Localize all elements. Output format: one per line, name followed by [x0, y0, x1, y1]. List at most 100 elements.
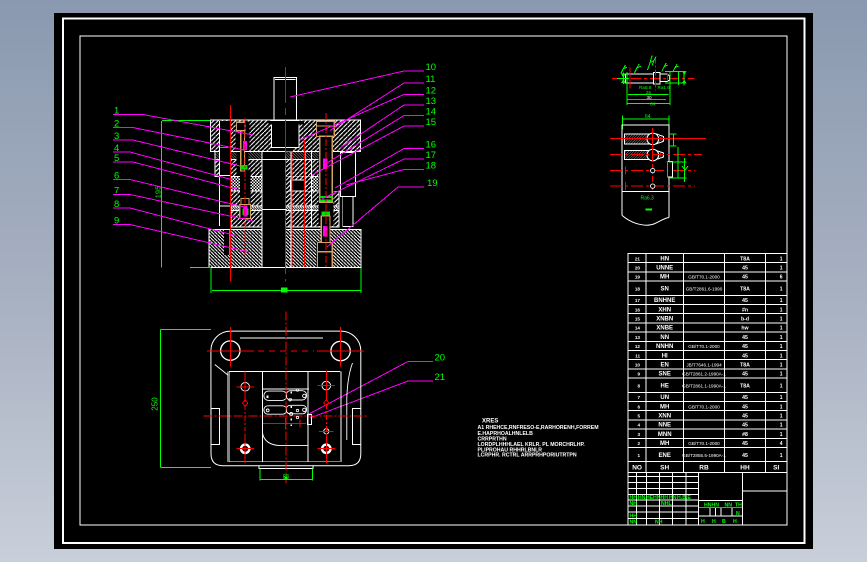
- svg-text:8: 8: [637, 383, 640, 388]
- svg-text:H: H: [701, 519, 705, 525]
- svg-text:#8: #8: [742, 432, 748, 438]
- svg-text:6: 6: [114, 171, 119, 182]
- svg-text:MH: MH: [660, 441, 669, 447]
- svg-text:T8A: T8A: [740, 363, 750, 369]
- svg-text:30: 30: [647, 95, 653, 100]
- svg-text:9: 9: [114, 216, 119, 227]
- svg-text:1: 1: [780, 286, 783, 292]
- svg-text:10: 10: [635, 363, 641, 368]
- svg-text:13: 13: [426, 96, 437, 107]
- svg-text:45: 45: [742, 266, 748, 272]
- svg-text:1: 1: [780, 266, 783, 272]
- svg-text:20: 20: [635, 266, 641, 271]
- svg-text:1: 1: [780, 404, 783, 410]
- svg-text:5: 5: [637, 414, 640, 419]
- svg-text:9: 9: [637, 372, 640, 377]
- svg-text:21: 21: [635, 256, 641, 261]
- svg-text:UNNE: UNNE: [656, 266, 673, 272]
- svg-text:7: 7: [637, 395, 640, 400]
- svg-text:195: 195: [154, 186, 163, 199]
- svg-text:ENE: ENE: [659, 453, 671, 459]
- svg-text:4: 4: [780, 441, 783, 447]
- svg-text:GB/T2861.6-1990: GB/T2861.6-1990: [686, 286, 723, 291]
- svg-text:NH: NH: [630, 501, 638, 507]
- svg-text:5: 5: [114, 153, 119, 164]
- svg-text:XNN: XNN: [658, 414, 671, 420]
- svg-text:1: 1: [780, 307, 783, 313]
- svg-text:GB/T70.1-2000: GB/T70.1-2000: [688, 404, 720, 409]
- svg-text:1: 1: [780, 432, 783, 438]
- svg-text:8: 8: [114, 199, 119, 210]
- svg-text:SN: SN: [661, 286, 669, 292]
- svg-text:16: 16: [635, 307, 641, 312]
- svg-text:TH: TH: [735, 503, 742, 509]
- svg-text:45: 45: [742, 404, 748, 410]
- svg-text:45: 45: [742, 335, 748, 341]
- svg-text:14: 14: [635, 326, 641, 331]
- svg-text:B: B: [722, 519, 726, 525]
- svg-text:HN: HN: [638, 495, 646, 501]
- svg-text:GB/T70.1-2000: GB/T70.1-2000: [688, 344, 720, 349]
- svg-text:2: 2: [637, 441, 640, 446]
- svg-text:64: 64: [650, 102, 656, 108]
- svg-text:Ra1.6: Ra1.6: [658, 85, 671, 90]
- svg-text:3: 3: [637, 432, 640, 437]
- svg-text:NN: NN: [630, 520, 638, 526]
- svg-text:NHL: NHL: [661, 501, 672, 507]
- svg-text:1: 1: [780, 335, 783, 341]
- svg-text:1: 1: [780, 453, 783, 459]
- svg-text:16: 16: [426, 140, 437, 151]
- svg-text:1: 1: [780, 298, 783, 304]
- svg-text:1: 1: [780, 256, 783, 262]
- svg-text:45: 45: [742, 372, 748, 378]
- svg-text:MH: MH: [660, 404, 669, 410]
- svg-text:4: 4: [637, 423, 640, 428]
- svg-text:LCRPHR. RCTRL ARRPRHPORIUTRTPN: LCRPHR. RCTRL ARRPRHPORIUTRTPN: [478, 453, 577, 459]
- svg-text:3: 3: [114, 131, 119, 142]
- svg-text:19: 19: [427, 178, 438, 189]
- svg-text:1: 1: [780, 363, 783, 369]
- svg-text:45: 45: [742, 344, 748, 350]
- svg-text:45: 45: [742, 414, 748, 420]
- svg-text:SNE: SNE: [659, 372, 671, 378]
- svg-text:GB/T70.1-2000: GB/T70.1-2000: [688, 275, 720, 280]
- svg-text:45: 45: [742, 298, 748, 304]
- svg-text:MH: MH: [660, 275, 669, 281]
- svg-text:NNE: NNE: [658, 423, 671, 429]
- svg-text:HNHN: HNHN: [704, 503, 719, 509]
- svg-text:1: 1: [780, 423, 783, 429]
- svg-text:1: 1: [780, 383, 783, 389]
- svg-text:T8A: T8A: [740, 256, 750, 262]
- svg-text:H.B.E: H.B.E: [677, 495, 691, 501]
- svg-text:hw: hw: [741, 326, 749, 332]
- svg-text:45: 45: [742, 453, 748, 459]
- svg-text:HH: HH: [740, 465, 750, 472]
- svg-text:6: 6: [637, 404, 640, 409]
- svg-text:b-d: b-d: [741, 317, 749, 323]
- svg-text:1: 1: [780, 372, 783, 378]
- svg-text:11: 11: [426, 74, 436, 85]
- svg-text:UN: UN: [660, 395, 669, 401]
- svg-text:18: 18: [635, 286, 641, 291]
- svg-text:BNHNE: BNHNE: [654, 298, 675, 304]
- svg-text:NH: NH: [655, 520, 663, 526]
- svg-text:10: 10: [426, 62, 437, 73]
- svg-text:7: 7: [114, 186, 119, 197]
- svg-text:NNHN: NNHN: [656, 344, 673, 350]
- svg-text:12: 12: [635, 344, 641, 349]
- svg-text:GB/T2855.5-1990A-1: GB/T2855.5-1990A-1: [682, 453, 726, 458]
- svg-text:HE: HE: [661, 383, 669, 389]
- svg-text:45: 45: [742, 423, 748, 429]
- svg-text:JB/T7646.1-1994: JB/T7646.1-1994: [686, 363, 722, 368]
- svg-text:15: 15: [635, 317, 641, 322]
- svg-text:GB/T70.1-2000: GB/T70.1-2000: [688, 441, 720, 446]
- svg-text:64: 64: [645, 114, 651, 120]
- svg-text:N: N: [736, 511, 740, 517]
- svg-text:NN: NN: [725, 503, 733, 509]
- svg-text:21: 21: [435, 372, 446, 383]
- svg-text:1: 1: [114, 106, 119, 117]
- svg-text:T8A: T8A: [740, 383, 750, 389]
- svg-text:13: 13: [635, 335, 641, 340]
- svg-text:GB/T2861.2-1990A-1: GB/T2861.2-1990A-1: [682, 372, 726, 377]
- svg-text:H: H: [712, 519, 716, 525]
